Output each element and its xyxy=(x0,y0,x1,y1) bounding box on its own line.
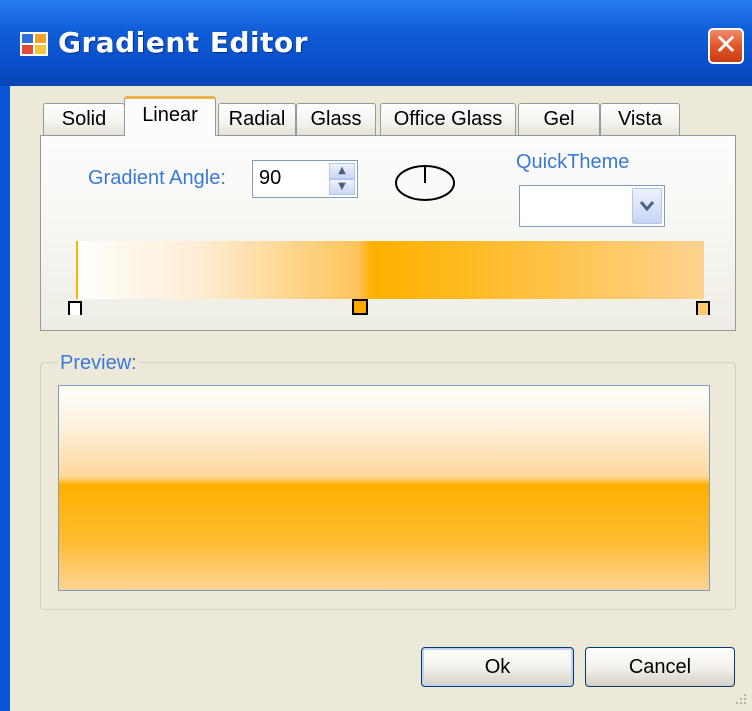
gradient-angle-value[interactable]: 90 xyxy=(259,167,281,190)
close-icon: ✕ xyxy=(714,28,738,61)
preview-label: Preview: xyxy=(58,352,139,375)
gradient-stop-marker[interactable] xyxy=(68,301,82,315)
quicktheme-select[interactable] xyxy=(519,185,665,227)
stepper-down-icon[interactable]: ▼ xyxy=(329,179,355,195)
chevron-down-icon[interactable] xyxy=(632,188,662,224)
tab-radial[interactable]: Radial xyxy=(218,103,296,135)
gradient-angle-stepper[interactable]: 90 ▲ ▼ xyxy=(252,160,358,198)
tab-office-glass[interactable]: Office Glass xyxy=(380,103,516,135)
gradient-stop-marker[interactable] xyxy=(696,301,710,315)
gradient-bar[interactable] xyxy=(76,241,704,299)
window-title: Gradient Editor xyxy=(58,26,309,59)
title-bar[interactable]: Gradient Editor ✕ xyxy=(0,0,752,86)
gradient-angle-label: Gradient Angle: xyxy=(88,167,226,189)
gradient-stop-marker[interactable] xyxy=(352,299,368,315)
resize-grip-icon[interactable] xyxy=(730,690,748,708)
angle-dial-icon[interactable] xyxy=(394,162,456,202)
tab-glass[interactable]: Glass xyxy=(296,103,376,135)
ok-button[interactable]: Ok xyxy=(421,647,574,687)
tab-solid[interactable]: Solid xyxy=(43,103,125,135)
close-button[interactable]: ✕ xyxy=(708,28,744,64)
linear-tab-panel xyxy=(40,135,736,331)
tab-gel[interactable]: Gel xyxy=(518,103,600,135)
cancel-button[interactable]: Cancel xyxy=(585,647,735,687)
gradient-preview xyxy=(58,385,710,591)
tab-vista[interactable]: Vista xyxy=(600,103,680,135)
quicktheme-label: QuickTheme xyxy=(516,151,630,173)
stepper-up-icon[interactable]: ▲ xyxy=(329,163,355,179)
app-window-icon xyxy=(20,32,48,56)
tab-linear[interactable]: Linear xyxy=(124,96,216,136)
preview-gradient-fill xyxy=(59,386,709,590)
stepper-buttons: ▲ ▼ xyxy=(329,163,355,195)
